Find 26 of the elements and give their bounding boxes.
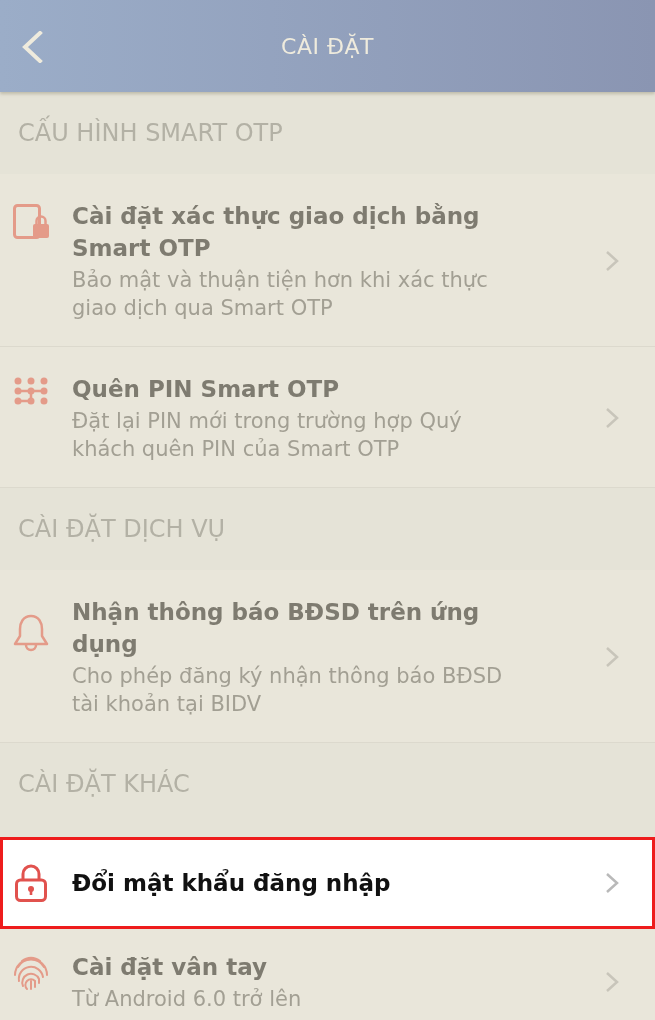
item-subtitle: Đặt lại PIN mới trong trường hợp Quý khách quên PIN của Smart OTP bbox=[72, 408, 463, 463]
settings-item[interactable]: Cài đặt xác thực giao dịch bằng Smart OTP Bảo mật và thuận tiện hơn khi xác thực giao dịch qua Smart OTP bbox=[0, 174, 655, 347]
settings-item[interactable]: Đổi mật khẩu đăng nhập bbox=[0, 837, 655, 929]
settings-item[interactable]: Quên PIN Smart OTP Đặt lại PIN mới trong trường hợp Quý khách quên PIN của Smart OTP bbox=[0, 347, 655, 488]
chevron-icon bbox=[605, 407, 619, 429]
keypad-icon bbox=[14, 377, 48, 405]
chevron-icon bbox=[605, 250, 619, 272]
item-subtitle: Từ Android 6.0 trở lên bbox=[72, 986, 302, 1013]
settings-item[interactable]: Cài đặt vân tay Từ Android 6.0 trở lên bbox=[0, 929, 655, 1020]
back-icon bbox=[20, 31, 44, 63]
settings-item[interactable]: Nhận thông báo BĐSD trên ứng dụng Cho phép đăng ký nhận thông báo BĐSD tài khoản tại BIDV bbox=[0, 570, 655, 743]
item-title: Quên PIN Smart OTP bbox=[72, 375, 340, 404]
item-subtitle: Cho phép đăng ký nhận thông báo BĐSD tài khoản tại BIDV bbox=[72, 663, 504, 718]
item-title: Nhận thông báo BĐSD trên ứng dụng bbox=[72, 598, 481, 659]
chevron-icon bbox=[605, 872, 619, 894]
fingerprint-icon bbox=[13, 955, 49, 991]
bell-icon bbox=[13, 614, 49, 654]
chevron-icon bbox=[605, 971, 619, 993]
padlock-icon bbox=[14, 864, 47, 902]
item-subtitle: Bảo mật và thuận tiện hơn khi xác thực giao dịch qua Smart OTP bbox=[72, 267, 489, 322]
screen-title: CÀI ĐẶT bbox=[281, 33, 374, 59]
chevron-icon bbox=[605, 646, 619, 668]
item-title: Cài đặt xác thực giao dịch bằng Smart OTP bbox=[72, 202, 481, 263]
item-title: Đổi mật khẩu đăng nhập bbox=[72, 868, 391, 898]
tablet-lock-icon bbox=[13, 204, 49, 240]
item-title: Cài đặt vân tay bbox=[72, 953, 267, 982]
